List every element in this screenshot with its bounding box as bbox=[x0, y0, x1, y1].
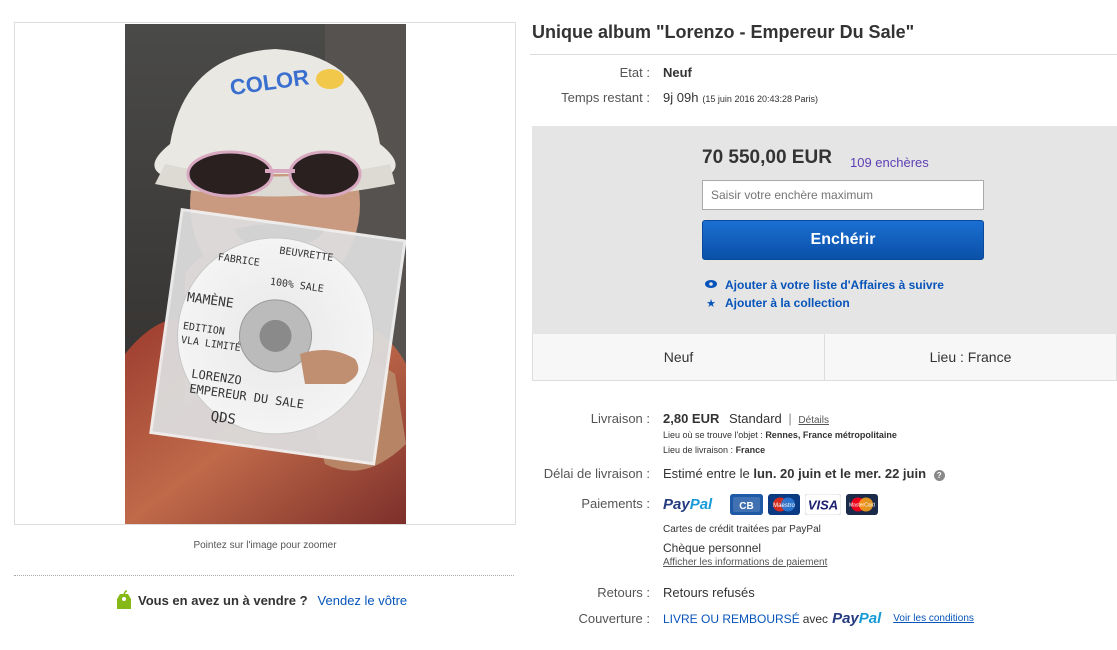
delivery-date-from: lun. 20 juin bbox=[753, 466, 822, 481]
shipping-label: Livraison : bbox=[590, 411, 650, 426]
ship-to-value: France bbox=[735, 445, 766, 455]
place-bid-button[interactable]: Enchérir bbox=[702, 220, 984, 260]
eye-icon bbox=[704, 279, 718, 291]
coverage-with: avec bbox=[802, 611, 829, 626]
delivery-row: Délai de livraison : Estimé entre le lun… bbox=[530, 466, 945, 481]
cheque-row: Chèque personnel bbox=[530, 541, 761, 555]
bid-panel: 70 550,00 EUR 109 enchères Enchérir Ajou… bbox=[532, 126, 1117, 334]
condition-value: Neuf bbox=[663, 65, 692, 80]
visa-card-icon: VISA bbox=[804, 493, 842, 516]
bids-count-link[interactable]: 109 enchères bbox=[850, 155, 929, 170]
maestro-card-icon: Maestro bbox=[768, 494, 801, 515]
zoom-hint: Pointez sur l'image pour zoomer bbox=[193, 540, 337, 551]
payments-row: Paiements : PayPal CB Maestro VISA Maste… bbox=[530, 493, 883, 516]
summary-bar: Neuf Lieu : France bbox=[532, 334, 1117, 381]
ship-to-row: Lieu de livraison : France bbox=[530, 445, 765, 455]
item-location-row: Lieu où se trouve l'objet : Rennes, Fran… bbox=[530, 430, 897, 440]
condition-row: Etat : Neuf bbox=[530, 65, 692, 80]
mastercard-icon: MasterCard bbox=[846, 494, 879, 515]
sell-yours-link[interactable]: Vendez le vôtre bbox=[318, 593, 408, 608]
cb-card-icon: CB bbox=[730, 494, 764, 515]
item-location-value: Rennes, France métropolitaine bbox=[765, 430, 897, 440]
svg-text:CB: CB bbox=[739, 501, 753, 512]
add-to-collection-link[interactable]: ★ Ajouter à la collection bbox=[704, 296, 850, 310]
price-tag-icon bbox=[117, 590, 131, 609]
cheque-text: Chèque personnel bbox=[663, 541, 762, 555]
left-divider bbox=[14, 575, 514, 576]
delivery-middle: et le bbox=[824, 466, 851, 481]
delivery-label: Délai de livraison : bbox=[543, 466, 650, 481]
payment-info-link[interactable]: Afficher les informations de paiement bbox=[663, 557, 827, 568]
item-title: Unique album "Lorenzo - Empereur Du Sale… bbox=[532, 22, 915, 42]
returns-label: Retours : bbox=[597, 585, 650, 600]
coverage-row: Couverture : LIVRE OU REMBOURSÉ avec Pay… bbox=[530, 610, 974, 627]
time-left-value: 9j 09h bbox=[663, 90, 699, 105]
shipping-cost: 2,80 EUR bbox=[663, 411, 720, 426]
time-left-detail: (15 juin 2016 20:43:28 Paris) bbox=[702, 94, 818, 104]
coverage-text: LIVRE OU REMBOURSÉ bbox=[663, 611, 800, 626]
time-left-row: Temps restant : 9j 09h (15 juin 2016 20:… bbox=[530, 90, 818, 105]
delivery-prefix: Estimé entre le bbox=[663, 466, 750, 481]
item-photo-frame[interactable]: COLOR FABRICE BEUVRETTE 100% SALE MAMÈNE bbox=[14, 22, 516, 525]
sell-question: Vous en avez un à vendre ? bbox=[138, 592, 308, 608]
add-to-watchlist-label: Ajouter à votre liste d'Affaires à suivr… bbox=[725, 278, 944, 292]
shipping-method: Standard bbox=[729, 411, 782, 426]
returns-value: Retours refusés bbox=[663, 585, 755, 600]
item-location-label: Lieu où se trouve l'objet : bbox=[663, 430, 763, 440]
coverage-paypal-logo: PayPal bbox=[832, 610, 882, 627]
current-price: 70 550,00 EUR bbox=[702, 147, 832, 168]
delivery-date-to: mer. 22 juin bbox=[854, 466, 927, 481]
title-divider bbox=[530, 54, 1117, 55]
photo-illustration: COLOR FABRICE BEUVRETTE 100% SALE MAMÈNE bbox=[125, 24, 406, 524]
add-to-watchlist-link[interactable]: Ajouter à votre liste d'Affaires à suivr… bbox=[704, 278, 944, 292]
payment-info-row: Afficher les informations de paiement bbox=[530, 557, 827, 568]
returns-row: Retours : Retours refusés bbox=[530, 585, 755, 600]
paypal-note: Cartes de crédit traitées par PayPal bbox=[663, 524, 821, 535]
star-icon: ★ bbox=[706, 297, 716, 310]
coverage-label: Couverture : bbox=[578, 611, 650, 626]
paypal-logo: PayPal bbox=[663, 496, 713, 513]
svg-text:MasterCard: MasterCard bbox=[849, 503, 875, 509]
summary-condition: Neuf bbox=[533, 334, 824, 380]
ship-to-label: Lieu de livraison : bbox=[663, 445, 734, 455]
paypal-note-row: Cartes de crédit traitées par PayPal bbox=[530, 524, 821, 535]
item-photo[interactable]: COLOR FABRICE BEUVRETTE 100% SALE MAMÈNE bbox=[125, 24, 406, 524]
summary-location: Lieu : France bbox=[824, 334, 1116, 380]
max-bid-input[interactable] bbox=[702, 180, 984, 210]
sell-yours-row: Vous en avez un à vendre ? Vendez le vôt… bbox=[116, 590, 407, 610]
svg-text:Maestro: Maestro bbox=[773, 503, 795, 509]
payments-label: Paiements : bbox=[581, 496, 650, 511]
shipping-details-link[interactable]: Détails bbox=[798, 415, 829, 426]
svg-text:VISA: VISA bbox=[808, 498, 838, 513]
condition-label: Etat : bbox=[619, 65, 650, 80]
delivery-info-icon[interactable]: ? bbox=[933, 470, 945, 481]
shipping-row: Livraison : 2,80 EUR Standard | Détails bbox=[530, 411, 829, 426]
coverage-conditions-link[interactable]: Voir les conditions bbox=[893, 613, 974, 624]
add-to-collection-label: Ajouter à la collection bbox=[725, 296, 850, 310]
time-left-label: Temps restant : bbox=[561, 90, 650, 105]
shipping-separator: | bbox=[788, 411, 792, 426]
